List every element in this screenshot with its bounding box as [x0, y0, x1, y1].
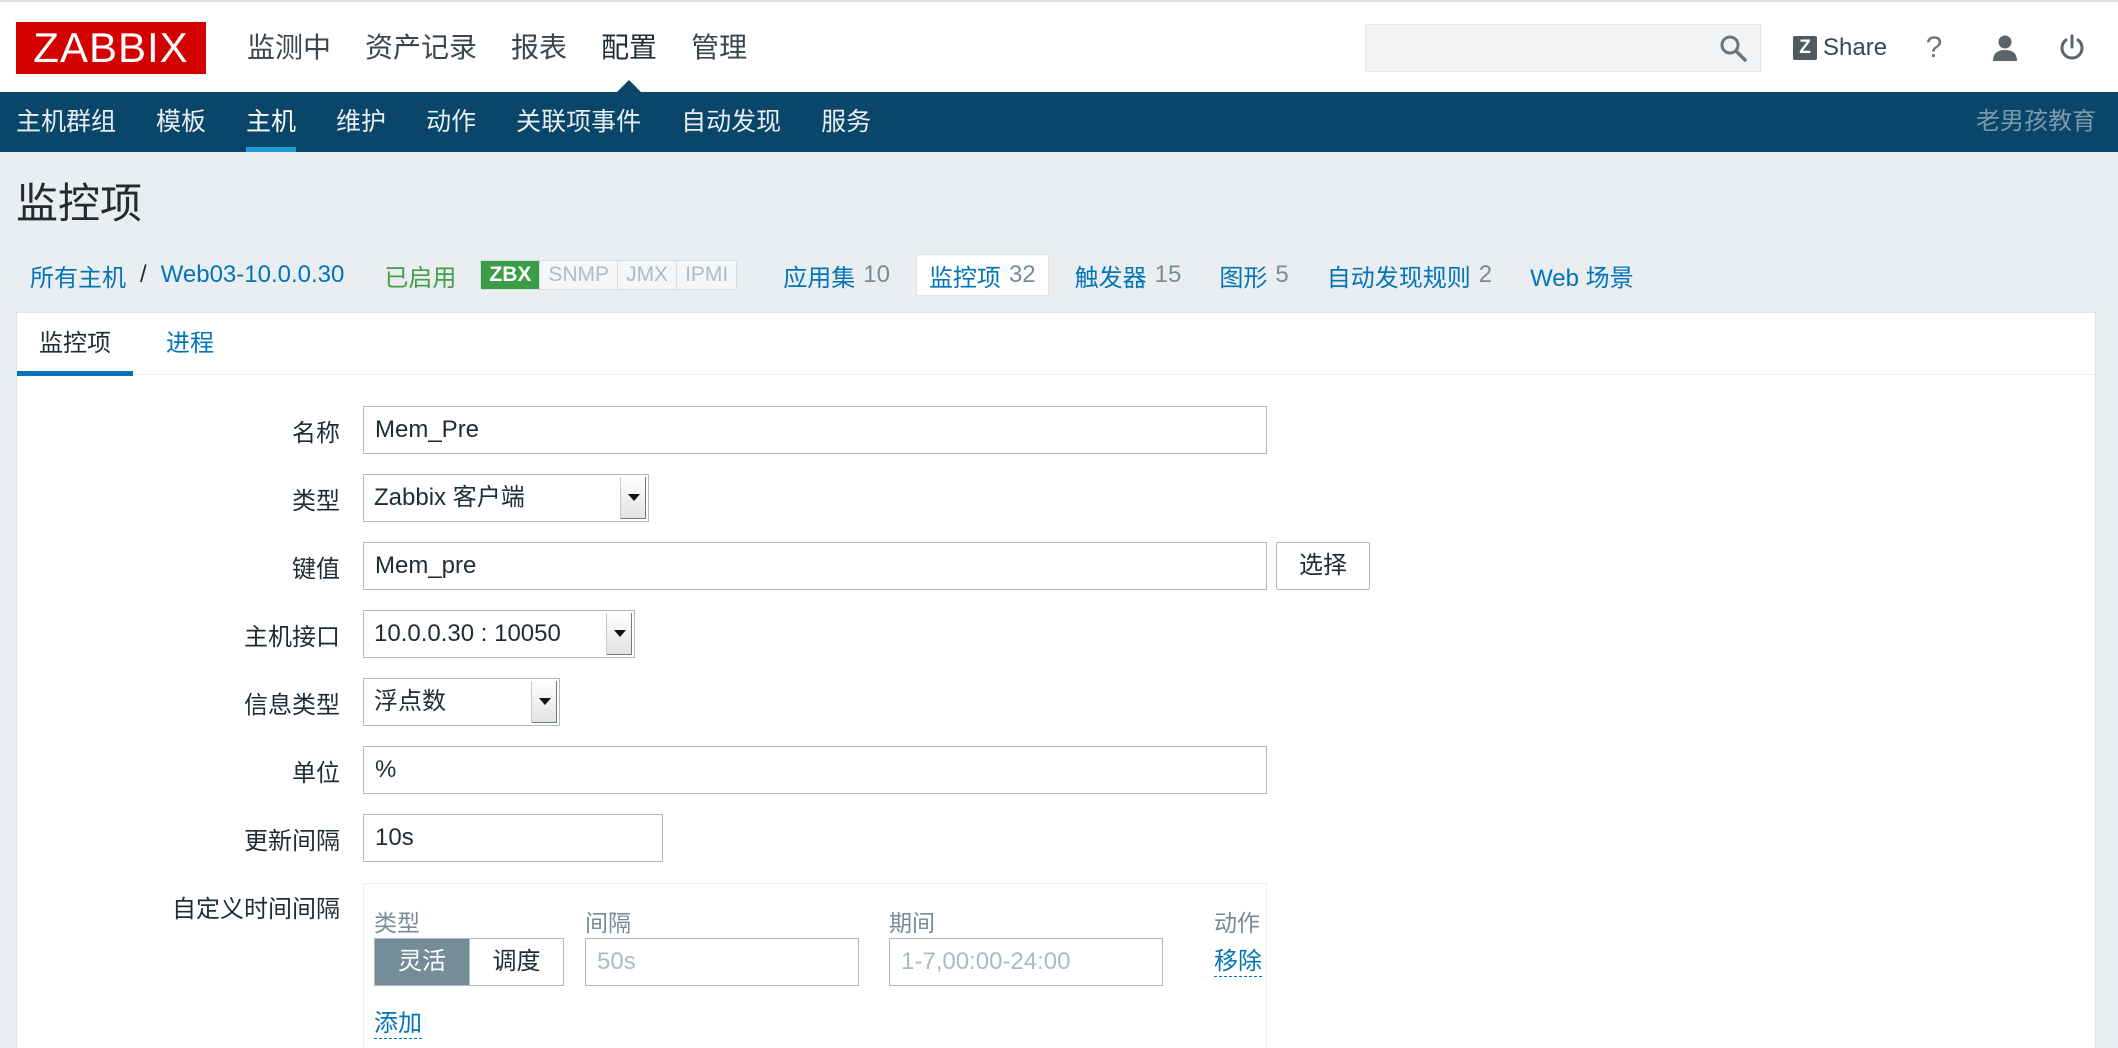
zabbix-logo[interactable]: ZABBIX: [16, 22, 206, 74]
badge-zbx: ZBX: [481, 261, 540, 289]
period-placeholder: 1-7,00:00-24:00: [901, 948, 1071, 975]
remove-interval-link[interactable]: 移除: [1214, 948, 1262, 977]
link-discovery-rules[interactable]: 自动发现规则 2: [1315, 254, 1504, 296]
custom-intervals-label: 自定义时间间隔: [172, 896, 340, 923]
link-items-count: 32: [1008, 261, 1036, 288]
breadcrumb-host[interactable]: Web03-10.0.0.30: [161, 261, 345, 289]
submenu-templates[interactable]: 模板: [136, 92, 226, 152]
info-type-select[interactable]: 浮点数: [363, 678, 560, 726]
page-title: 监控项: [16, 180, 143, 227]
col-header-type: 类型: [374, 910, 420, 936]
submenu-services[interactable]: 服务: [801, 92, 891, 152]
select-key-button[interactable]: 选择: [1276, 542, 1370, 590]
item-form-panel: 监控项 进程 名称 Mem_Pre 类型 Zabbix 客户端 键值 Mem_p…: [16, 312, 2096, 1048]
breadcrumb: 所有主机 / Web03-10.0.0.30 已启用 ZBX SNMP JMX …: [30, 250, 1660, 300]
server-name: 老男孩教育: [1976, 108, 2096, 135]
scheduling-option[interactable]: 调度: [469, 939, 563, 985]
update-interval-input[interactable]: 10s: [363, 814, 663, 862]
sign-out-icon[interactable]: [2052, 28, 2092, 68]
zabbix-share-icon: Z: [1793, 36, 1817, 60]
link-graphs[interactable]: 图形 5: [1207, 254, 1300, 296]
interval-placeholder: 50s: [597, 948, 636, 975]
link-applications[interactable]: 应用集 10: [771, 254, 902, 296]
units-input[interactable]: %: [363, 746, 1267, 794]
search-icon[interactable]: [1718, 33, 1748, 63]
breadcrumb-all-hosts[interactable]: 所有主机: [30, 258, 126, 293]
custom-intervals-table: 类型 间隔 期间 动作 灵活 调度 50s 1-7,00:00-24:00 移除…: [363, 883, 1267, 1048]
type-label: 类型: [292, 488, 340, 515]
key-input[interactable]: Mem_pre: [363, 542, 1267, 590]
user-profile-icon[interactable]: [1985, 28, 2025, 68]
link-web-scenarios-label: Web 场景: [1530, 264, 1634, 292]
form-tabs: 监控项 进程: [17, 313, 2095, 376]
availability-badges: ZBX SNMP JMX IPMI: [480, 260, 738, 290]
chevron-down-icon: [606, 613, 632, 655]
flexible-option[interactable]: 灵活: [375, 939, 469, 985]
share-label: Share: [1823, 34, 1888, 61]
link-items-label: 监控项: [928, 264, 1001, 292]
col-header-interval: 间隔: [585, 910, 631, 936]
submenu-discovery[interactable]: 自动发现: [661, 92, 801, 152]
type-select-value: Zabbix 客户端: [374, 484, 525, 511]
link-triggers-count: 15: [1154, 261, 1182, 288]
link-web-scenarios[interactable]: Web 场景: [1518, 254, 1646, 296]
sub-menu: 主机群组 模板 主机 维护 动作 关联项事件 自动发现 服务 老男孩教育: [0, 92, 2118, 152]
breadcrumb-separator: /: [140, 261, 147, 288]
name-label: 名称: [292, 420, 340, 447]
link-triggers-label: 触发器: [1074, 264, 1147, 292]
link-graphs-label: 图形: [1219, 264, 1268, 292]
link-discovery-rules-label: 自动发现规则: [1326, 264, 1471, 292]
period-input[interactable]: 1-7,00:00-24:00: [889, 938, 1163, 986]
add-interval-link[interactable]: 添加: [374, 1010, 422, 1039]
chevron-down-icon: [531, 681, 557, 723]
submenu-maintenance[interactable]: 维护: [316, 92, 406, 152]
submenu-host-groups[interactable]: 主机群组: [0, 92, 136, 152]
menu-monitoring[interactable]: 监测中: [230, 2, 348, 94]
units-label: 单位: [292, 760, 340, 787]
interval-type-toggle: 灵活 调度: [374, 938, 564, 986]
info-type-value: 浮点数: [374, 688, 446, 715]
help-icon[interactable]: ?: [1914, 28, 1954, 68]
submenu-event-correlation[interactable]: 关联项事件: [496, 92, 661, 152]
link-discovery-rules-count: 2: [1478, 261, 1493, 288]
tab-preprocessing[interactable]: 进程: [144, 313, 236, 375]
tab-item[interactable]: 监控项: [17, 313, 133, 376]
col-header-action: 动作: [1214, 910, 1260, 936]
link-graphs-count: 5: [1275, 261, 1289, 288]
host-status-enabled[interactable]: 已启用: [384, 258, 456, 293]
update-interval-label: 更新间隔: [244, 828, 340, 855]
host-interface-label: 主机接口: [244, 624, 340, 651]
menu-reports[interactable]: 报表: [494, 2, 584, 94]
menu-configuration[interactable]: 配置: [584, 2, 674, 94]
menu-administration[interactable]: 管理: [674, 2, 764, 94]
link-applications-count: 10: [863, 261, 890, 288]
main-menu: 监测中 资产记录 报表 配置 管理: [230, 2, 764, 94]
link-triggers[interactable]: 触发器 15: [1063, 254, 1194, 296]
link-applications-label: 应用集: [783, 264, 856, 292]
col-header-period: 期间: [889, 910, 935, 936]
menu-inventory[interactable]: 资产记录: [348, 2, 494, 94]
info-type-label: 信息类型: [244, 692, 340, 719]
type-select[interactable]: Zabbix 客户端: [363, 474, 649, 522]
host-interface-value: 10.0.0.30 : 10050: [374, 620, 561, 647]
interval-input[interactable]: 50s: [585, 938, 859, 986]
share-button[interactable]: Z Share: [1793, 24, 1887, 72]
badge-ipmi: IPMI: [676, 261, 737, 289]
name-input[interactable]: Mem_Pre: [363, 406, 1267, 454]
badge-snmp: SNMP: [539, 261, 618, 289]
key-label: 键值: [292, 556, 340, 583]
submenu-actions[interactable]: 动作: [406, 92, 496, 152]
badge-jmx: JMX: [617, 261, 677, 289]
top-header: ZABBIX 监测中 资产记录 报表 配置 管理 Z Share ?: [0, 0, 2118, 94]
chevron-down-icon: [620, 477, 646, 519]
link-items[interactable]: 监控项 32: [915, 254, 1049, 296]
submenu-hosts[interactable]: 主机: [226, 92, 316, 152]
search-input[interactable]: [1365, 24, 1761, 72]
host-interface-select[interactable]: 10.0.0.30 : 10050: [363, 610, 635, 658]
